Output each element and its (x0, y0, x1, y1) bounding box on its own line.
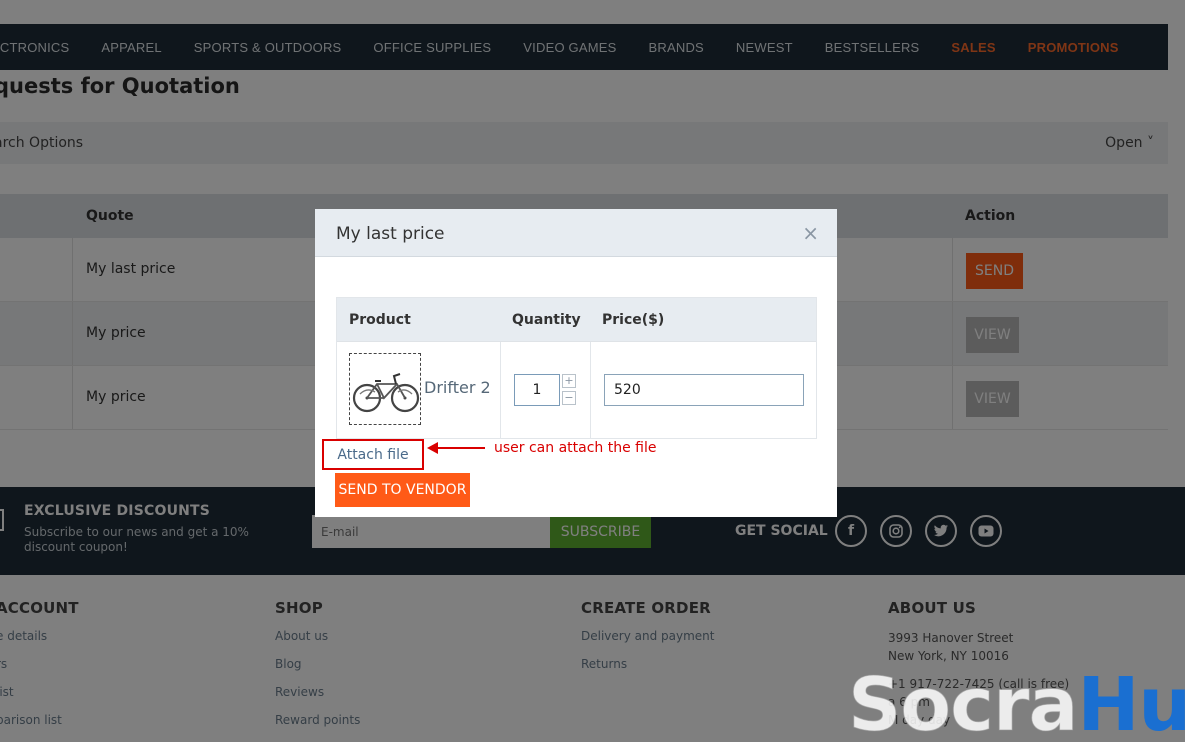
table-row: Drifter 2 + − (337, 342, 816, 438)
close-icon[interactable]: × (802, 221, 819, 245)
product-name-link[interactable]: Drifter 2 (424, 378, 491, 397)
send-to-vendor-button[interactable]: SEND TO VENDOR (335, 473, 470, 507)
quantity-input[interactable] (514, 374, 560, 406)
cell-divider (500, 342, 501, 438)
watermark-part2: Hub (1077, 662, 1185, 742)
quantity-increment[interactable]: + (562, 374, 576, 388)
annotation-arrow-line (437, 447, 485, 449)
header-quantity: Quantity (512, 312, 581, 328)
modal-product-table: Product Quantity Price($) Drifter 2 1 + … (336, 297, 817, 439)
price-input[interactable] (604, 374, 804, 406)
watermark-part1: Socra (847, 662, 1078, 742)
header-price: Price($) (602, 312, 665, 328)
modal-title: My last price (336, 224, 445, 244)
modal-header: My last price × (315, 209, 837, 257)
modal-table-header: Product Quantity Price($) (337, 298, 816, 342)
socrahub-watermark: SocraHub (847, 668, 1185, 742)
quantity-decrement[interactable]: − (562, 391, 576, 405)
quote-modal: My last price × Product Quantity Price($… (315, 209, 837, 517)
bicycle-icon (352, 373, 420, 413)
attach-file-link[interactable]: Attach file (337, 447, 408, 463)
header-product: Product (349, 312, 411, 328)
cell-divider (590, 342, 591, 438)
product-thumbnail[interactable] (349, 353, 421, 425)
annotation-text: user can attach the file (494, 440, 657, 456)
attach-file-highlight: Attach file (322, 439, 424, 470)
